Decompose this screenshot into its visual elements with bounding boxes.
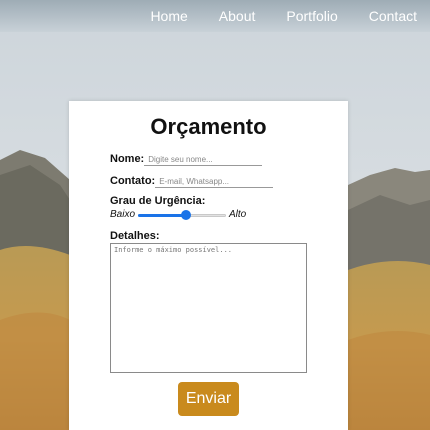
nav-link-home[interactable]: Home <box>150 2 187 30</box>
slider-fill <box>138 213 187 217</box>
nav-link-contact[interactable]: Contact <box>369 2 417 30</box>
contact-label: Contato: <box>110 175 156 187</box>
urgency-row: Grau de Urgência: <box>110 195 205 207</box>
top-navigation: Home About Portfolio Contact <box>0 0 430 32</box>
slider-thumb[interactable] <box>181 209 192 220</box>
name-input[interactable] <box>144 155 263 166</box>
form-title: Orçamento <box>150 114 267 139</box>
nav-link-portfolio[interactable]: Portfolio <box>286 2 337 30</box>
urgency-low-label: Baixo <box>110 209 136 220</box>
name-label: Nome: <box>110 153 145 165</box>
contact-input[interactable] <box>155 177 274 188</box>
quote-form-card: Orçamento Nome: Contato: Grau de Urgênci… <box>69 101 348 430</box>
name-row: Nome: <box>110 153 263 166</box>
submit-button[interactable]: Enviar <box>178 382 239 416</box>
contact-row: Contato: <box>110 175 274 188</box>
nav-link-about[interactable]: About <box>219 2 256 30</box>
urgency-slider[interactable] <box>138 209 227 220</box>
details-textarea[interactable] <box>110 243 307 373</box>
urgency-label: Grau de Urgência: <box>110 195 206 207</box>
urgency-high-label: Alto <box>229 209 247 220</box>
urgency-slider-row: Baixo Alto <box>110 209 246 220</box>
details-row: Detalhes: <box>110 230 160 242</box>
details-label: Detalhes: <box>110 230 160 242</box>
